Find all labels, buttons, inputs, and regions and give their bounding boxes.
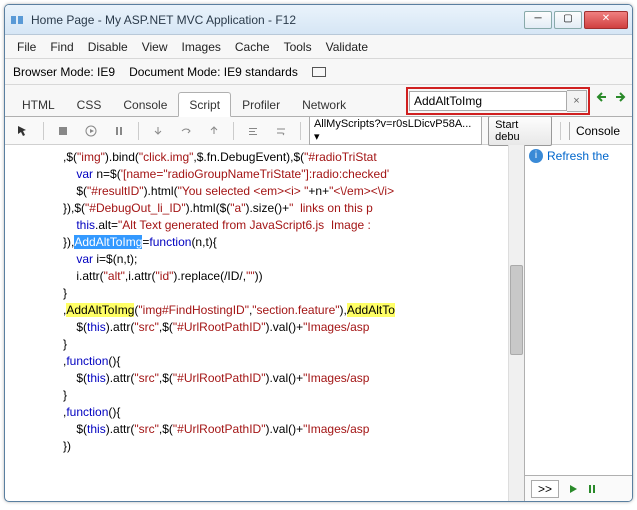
step-over-icon[interactable] [175,122,197,140]
script-toolbar: AllMyScripts?v=r0sLDicvP58A... ▾ Start d… [5,117,632,145]
code-editor[interactable]: ,$("img").bind("click.img",$.fn.DebugEve… [5,145,524,501]
menu-images[interactable]: Images [176,38,227,56]
search-prev-icon[interactable] [594,89,610,105]
match-current: AddAltToImg [74,235,142,249]
tab-network[interactable]: Network [291,92,357,116]
menu-file[interactable]: File [11,38,42,56]
display-mode-icon[interactable] [312,67,326,77]
step-into-icon[interactable] [147,122,169,140]
search-next-icon[interactable] [612,89,628,105]
content-area: ,$("img").bind("click.img",$.fn.DebugEve… [5,145,632,501]
play-icon[interactable] [80,122,102,140]
separator [233,122,234,140]
mode-bar: Browser Mode: IE9 Document Mode: IE9 sta… [5,59,632,85]
menu-validate[interactable]: Validate [320,38,374,56]
menu-find[interactable]: Find [44,38,79,56]
info-text: Refresh the [547,149,609,163]
pause-icon[interactable] [108,122,130,140]
separator [560,122,561,140]
console-panel: i Refresh the >> [524,145,632,501]
menu-cache[interactable]: Cache [229,38,276,56]
info-icon: i [529,149,543,163]
match: AddAltToImg [66,303,134,317]
app-window: Home Page - My ASP.NET MVC Application -… [4,4,633,502]
match: AddAltTo [347,303,395,317]
tab-profiler[interactable]: Profiler [231,92,291,116]
titlebar[interactable]: Home Page - My ASP.NET MVC Application -… [5,5,632,35]
start-debugging-button[interactable]: Start debu [488,116,552,146]
tab-html[interactable]: HTML [11,92,66,116]
console-pane-tab[interactable]: Console [569,122,626,140]
multiline-icon[interactable] [587,483,599,495]
separator [43,122,44,140]
menu-view[interactable]: View [136,38,174,56]
tool-tabs: HTML CSS Console Script Profiler Network… [5,85,632,117]
word-wrap-icon[interactable] [270,122,292,140]
scrollbar-thumb[interactable] [510,265,523,355]
document-mode[interactable]: Document Mode: IE9 standards [129,65,298,79]
select-element-icon[interactable] [11,121,35,141]
maximize-button[interactable]: ▢ [554,11,582,29]
separator [300,122,301,140]
run-icon[interactable] [567,483,579,495]
info-message[interactable]: i Refresh the [525,145,632,167]
separator [138,122,139,140]
window-controls: ─ ▢ ✕ [524,11,628,29]
console-prompt[interactable]: >> [531,480,559,498]
search-input[interactable] [409,91,567,111]
search-highlight: × [406,87,590,115]
close-button[interactable]: ✕ [584,11,628,29]
tab-script[interactable]: Script [178,92,231,117]
step-out-icon[interactable] [203,122,225,140]
minimize-button[interactable]: ─ [524,11,552,29]
vertical-scrollbar[interactable] [508,145,524,501]
console-input-bar: >> [525,475,632,501]
app-icon [9,12,25,28]
tab-console[interactable]: Console [112,92,178,116]
browser-mode[interactable]: Browser Mode: IE9 [13,65,115,79]
menu-tools[interactable]: Tools [278,38,318,56]
stop-icon[interactable] [52,122,74,140]
menubar: File Find Disable View Images Cache Tool… [5,35,632,59]
script-file-combo[interactable]: AllMyScripts?v=r0sLDicvP58A... ▾ [309,116,482,145]
search-clear-button[interactable]: × [567,90,587,112]
menu-disable[interactable]: Disable [82,38,134,56]
tab-css[interactable]: CSS [66,92,113,116]
window-title: Home Page - My ASP.NET MVC Application -… [31,13,524,27]
search-nav [594,89,628,105]
format-icon[interactable] [242,122,264,140]
